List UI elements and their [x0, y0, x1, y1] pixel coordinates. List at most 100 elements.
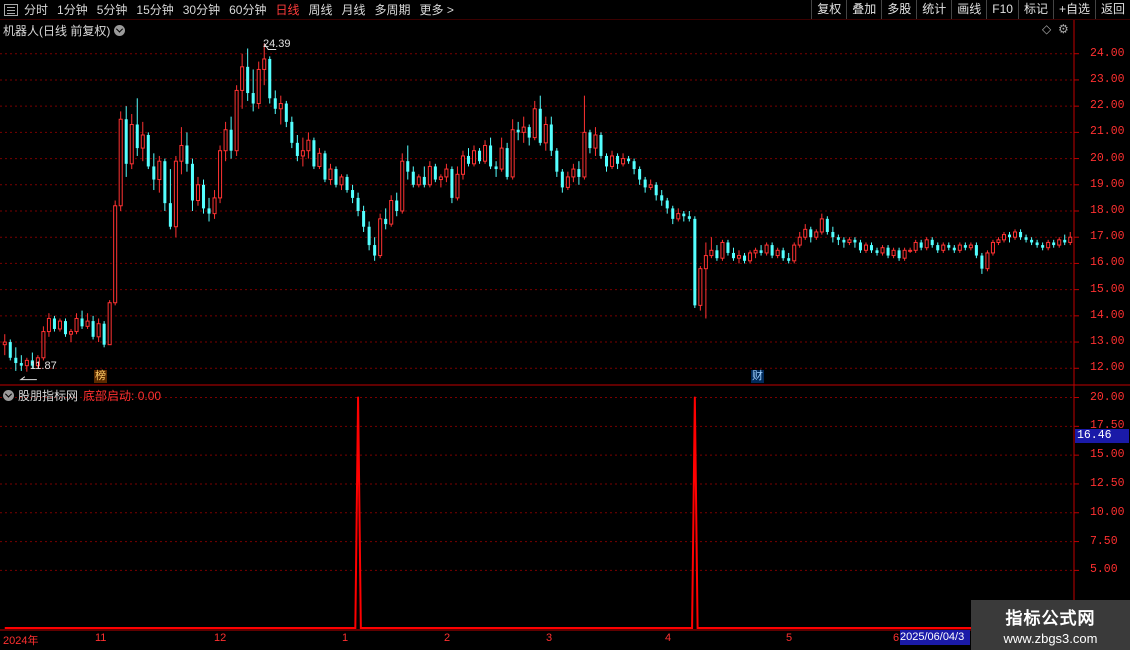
- candle-body: [908, 249, 913, 252]
- candle-body: [814, 231, 819, 238]
- ranking-tag[interactable]: 榜: [94, 370, 107, 383]
- candle: [478, 148, 482, 164]
- candle: [549, 116, 553, 156]
- candle: [963, 242, 967, 251]
- candle-body: [262, 58, 267, 70]
- candle-body: [990, 241, 995, 254]
- diamond-icon[interactable]: ◇: [1042, 22, 1051, 36]
- candle-body: [632, 161, 636, 170]
- candle: [107, 300, 112, 346]
- chevron-down-icon[interactable]: [114, 25, 126, 36]
- chart-canvas[interactable]: [0, 0, 1130, 650]
- candle: [146, 132, 150, 170]
- candle-body: [179, 144, 184, 162]
- candle: [1007, 231, 1012, 243]
- candle: [362, 205, 366, 232]
- candle: [323, 150, 327, 183]
- candle-body: [819, 218, 824, 233]
- candle: [1035, 239, 1039, 248]
- signal-peak: [357, 396, 360, 399]
- candle: [256, 61, 261, 109]
- candle-body: [400, 160, 405, 212]
- candle: [632, 158, 636, 175]
- candle: [736, 250, 742, 264]
- candle: [334, 166, 338, 188]
- candle: [229, 116, 233, 159]
- candle-body: [665, 200, 669, 209]
- candle-body: [1046, 241, 1051, 249]
- candle: [317, 148, 322, 170]
- price-axis-label: 20.00: [1090, 151, 1125, 165]
- candle-body: [306, 139, 311, 152]
- candle: [781, 247, 785, 261]
- candle: [450, 166, 454, 204]
- candle: [306, 132, 311, 159]
- candle: [709, 237, 714, 259]
- candle: [201, 179, 206, 214]
- candle: [218, 145, 223, 204]
- candle-body: [880, 247, 885, 254]
- price-axis-label: 19.00: [1090, 177, 1125, 191]
- candle: [770, 242, 774, 259]
- indicator-panel-title: 股朋指标网 底部启动 : 0.00: [3, 387, 161, 404]
- candle: [715, 245, 719, 261]
- chevron-down-icon[interactable]: [3, 390, 14, 401]
- candle-body: [229, 129, 233, 151]
- candle: [102, 321, 106, 348]
- candle: [792, 242, 797, 264]
- price-axis-label: 14.00: [1090, 308, 1125, 322]
- candle-body: [107, 302, 112, 346]
- candle: [764, 242, 769, 256]
- candle-body: [936, 245, 940, 251]
- candle: [1041, 242, 1045, 251]
- candle: [273, 90, 277, 115]
- candle-body: [610, 155, 615, 167]
- candle-body: [256, 68, 261, 105]
- candle: [682, 211, 686, 222]
- candle-body: [736, 255, 742, 259]
- candle: [577, 161, 581, 185]
- candle: [858, 239, 862, 253]
- candle-body: [682, 213, 686, 217]
- date-axis-label: 2024年: [3, 635, 39, 647]
- candle: [543, 116, 548, 151]
- candle-body: [1001, 234, 1007, 241]
- candle-body: [593, 134, 598, 149]
- candle-body: [891, 249, 896, 257]
- candle: [384, 208, 388, 230]
- candle-body: [460, 155, 465, 175]
- candlestick-series: [2, 43, 1073, 372]
- cursor-date: 2025/06/04/3: [900, 630, 970, 645]
- candle-body: [146, 134, 150, 167]
- candle: [582, 95, 587, 180]
- candle-body: [190, 163, 194, 201]
- settings-icon[interactable]: ⚙: [1058, 22, 1069, 36]
- candle: [1046, 239, 1051, 251]
- candle-body: [96, 323, 101, 338]
- candle: [831, 226, 835, 243]
- price-axis-label: 24.00: [1090, 46, 1125, 60]
- candle-body: [1030, 239, 1034, 243]
- candle-body: [787, 258, 791, 261]
- candle-body: [599, 134, 603, 156]
- candle-body: [1063, 239, 1067, 243]
- candle: [803, 224, 808, 240]
- candle: [240, 53, 245, 109]
- candle-body: [240, 66, 245, 91]
- candle-body: [389, 200, 394, 225]
- candle-body: [985, 252, 990, 270]
- candle: [836, 234, 840, 246]
- candle: [968, 242, 973, 251]
- candle: [985, 250, 990, 272]
- candle: [532, 100, 537, 141]
- candle-body: [853, 239, 857, 243]
- candle-body: [516, 129, 520, 133]
- candle-body: [996, 239, 1001, 243]
- candle-body: [328, 168, 333, 181]
- chart-frames: [0, 20, 1130, 631]
- candle-body: [676, 213, 681, 220]
- candle: [356, 192, 360, 217]
- candle-body: [555, 150, 559, 172]
- indicator-source: 股朋指标网: [18, 389, 79, 403]
- finance-tag[interactable]: 财: [751, 370, 764, 383]
